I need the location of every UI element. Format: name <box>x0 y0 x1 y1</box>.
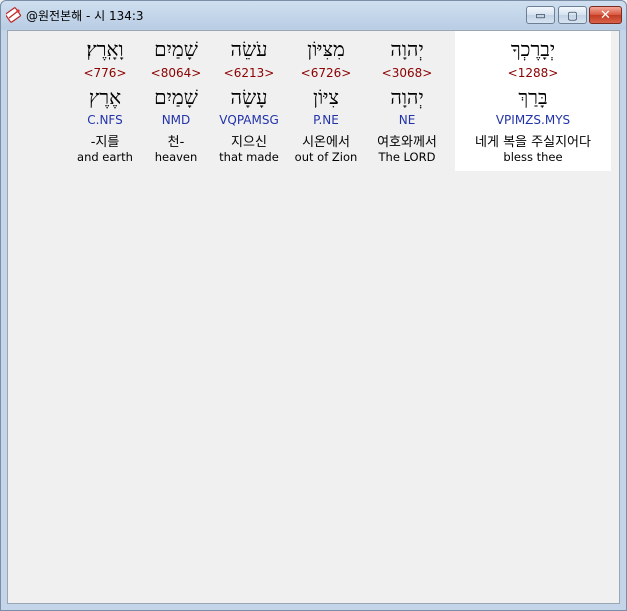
english-gloss: bless thee <box>503 150 563 164</box>
app-logo-icon <box>6 7 21 23</box>
strong-number-link[interactable]: <6726> <box>289 66 363 80</box>
minimize-icon: ▭ <box>535 8 546 22</box>
hebrew-lemma: יְהוָה <box>390 85 424 109</box>
korean-gloss: 천- <box>167 135 185 150</box>
korean-gloss: 시온에서 <box>302 135 350 150</box>
hebrew-lemma: שָׁמַיִם <box>154 85 198 109</box>
hebrew-word: מִצִּיּוֹן <box>307 37 345 61</box>
english-gloss: and earth <box>77 150 133 164</box>
hebrew-lemma: צִיּוֹן <box>313 85 339 109</box>
morphology-code[interactable]: VPIMZS.MYS <box>455 113 611 127</box>
korean-gloss: 여호와께서 <box>377 135 437 150</box>
morphology-code[interactable]: P.NE <box>289 113 363 127</box>
english-gloss: that made <box>219 150 279 164</box>
korean-gloss: 네게 복을 주실지어다 <box>475 135 591 150</box>
minimize-button[interactable]: ▭ <box>526 6 555 24</box>
close-button[interactable]: ✕ <box>589 6 622 24</box>
hebrew-word: יְבָרֶכְךָ <box>510 37 556 61</box>
korean-gloss: 지으신 <box>231 135 267 150</box>
strong-number-link[interactable]: <8064> <box>143 66 209 80</box>
korean-gloss: -지를 <box>90 135 120 150</box>
strong-number-link[interactable]: <6213> <box>209 66 289 80</box>
hebrew-word: עֹשֵׂה <box>230 37 268 61</box>
english-gloss: out of Zion <box>294 150 358 164</box>
strong-number-link[interactable]: <1288> <box>455 66 611 80</box>
title-bar[interactable]: @원전본해 - 시 134:3 ▭ ▢ ✕ <box>1 1 626 29</box>
maximize-button[interactable]: ▢ <box>558 6 587 24</box>
close-icon: ✕ <box>600 7 611 23</box>
english-gloss: The LORD <box>378 150 436 164</box>
interlinear-panel[interactable]: וָאָֽרֶץ׃ <776> אֶרֶץ C.NFS -지를 and eart… <box>7 30 620 604</box>
window-title: @원전본해 - 시 134:3 <box>26 9 144 23</box>
strong-number-link[interactable]: <3068> <box>363 66 451 80</box>
hebrew-word: יְהוָה <box>390 37 424 61</box>
hebrew-lemma: אֶרֶץ <box>88 85 122 109</box>
hebrew-lemma: עָשָׂה <box>230 85 268 109</box>
maximize-icon: ▢ <box>567 8 578 22</box>
morphology-code[interactable]: NE <box>363 113 451 127</box>
morphology-code[interactable]: C.NFS <box>67 113 143 127</box>
morphology-code[interactable]: NMD <box>143 113 209 127</box>
morphology-code[interactable]: VQPAMSG <box>209 113 289 127</box>
app-window: @원전본해 - 시 134:3 ▭ ▢ ✕ וָאָֽרֶץ׃ <776> אֶ… <box>0 0 627 611</box>
hebrew-word: שָׁמַיִם <box>154 37 198 61</box>
strong-number-link[interactable]: <776> <box>67 66 143 80</box>
hebrew-word: וָאָֽרֶץ׃ <box>86 37 124 61</box>
hebrew-lemma: בָּרַךְ <box>518 85 548 109</box>
english-gloss: heaven <box>154 150 198 164</box>
